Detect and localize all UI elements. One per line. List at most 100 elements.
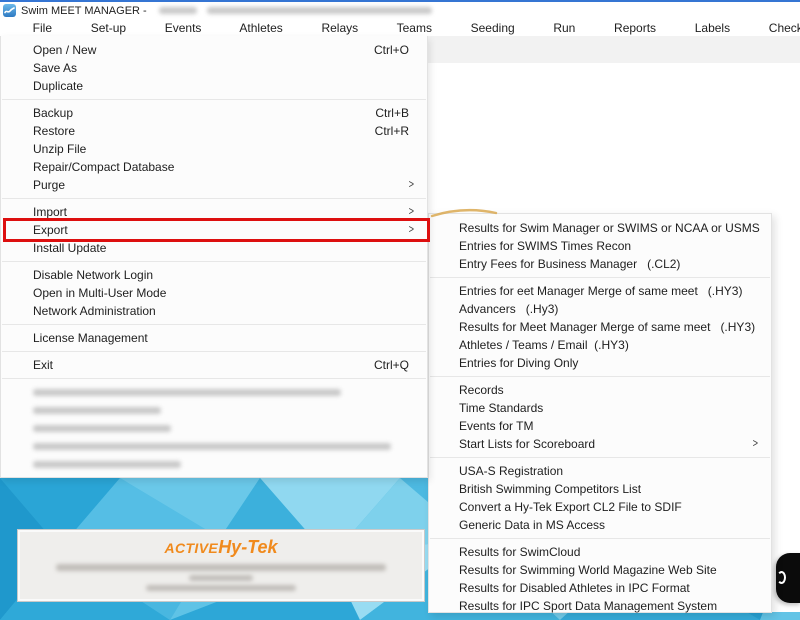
menu-item-results-for-ipc-sport-data-management-system[interactable]: Results for IPC Sport Data Management Sy… [429, 597, 771, 615]
redacted-menu-item [33, 443, 391, 450]
menubar-item-label: Athletes [239, 21, 282, 35]
menu-item-duplicate[interactable]: Duplicate [1, 77, 427, 95]
menu-item-time-standards[interactable]: Time Standards [429, 399, 771, 417]
menu-item-convert-a-hy-tek-export-cl2-file-to-sdif[interactable]: Convert a Hy-Tek Export CL2 File to SDIF [429, 498, 771, 516]
menu-item-results-for-swim-manager-or-swims-or-ncaa-or-usms[interactable]: Results for Swim Manager or SWIMS or NCA… [429, 219, 771, 237]
menu-item-label: Install Update [33, 241, 106, 255]
menu-item-label: Entries for eet Manager Merge of same me… [459, 284, 742, 298]
menubar-item-label: Set-up [91, 21, 126, 35]
menu-item-import[interactable]: Import > [1, 203, 427, 221]
menu-separator [2, 351, 426, 352]
menu-item-redacted[interactable] [1, 455, 427, 473]
menu-item-open-new[interactable]: Open / New Ctrl+O [1, 41, 427, 59]
menubar-item-label: Run [553, 21, 575, 35]
menubar-item-label: Seeding [471, 21, 515, 35]
redacted-menu-item [33, 407, 161, 414]
menu-separator [430, 277, 770, 278]
menu-item-entries-for-eet-manager-merge-of-same-meet-hy3[interactable]: Entries for eet Manager Merge of same me… [429, 282, 771, 300]
menu-item-start-lists-for-scoreboard[interactable]: Start Lists for Scoreboard > [429, 435, 771, 453]
submenu-arrow-icon: > [409, 179, 414, 191]
redacted-license-line [189, 575, 253, 581]
app-window: Swim MEET MANAGER - File Set-up Events A… [0, 0, 800, 620]
menu-item-label: Purge [33, 178, 65, 192]
menu-item-results-for-meet-manager-merge-of-same-meet-hy3[interactable]: Results for Meet Manager Merge of same m… [429, 318, 771, 336]
menu-item-backup[interactable]: Backup Ctrl+B [1, 104, 427, 122]
menu-item-label: Results for SwimCloud [459, 545, 580, 559]
menu-item-label: Unzip File [33, 142, 86, 156]
redacted-menu-item [33, 425, 171, 432]
redacted-menu-item [33, 461, 181, 468]
menu-item-label: License Management [33, 331, 148, 345]
menu-separator [430, 538, 770, 539]
menu-item-label: Network Administration [33, 304, 156, 318]
menu-item-unzip-file[interactable]: Unzip File [1, 140, 427, 158]
menu-item-label: Backup [33, 106, 73, 120]
menu-item-advancers-hy3[interactable]: Advancers (.Hy3) [429, 300, 771, 318]
menu-item-records[interactable]: Records [429, 381, 771, 399]
menu-item-redacted[interactable] [1, 383, 427, 401]
menu-item-label: British Swimming Competitors List [459, 482, 641, 496]
menu-item-purge[interactable]: Purge > [1, 176, 427, 194]
menu-item-exit[interactable]: Exit Ctrl+Q [1, 356, 427, 374]
menu-item-usa-s-registration[interactable]: USA-S Registration [429, 462, 771, 480]
logo-prefix: ACTIVE [164, 540, 218, 556]
menu-item-label: Start Lists for Scoreboard [459, 437, 595, 451]
menu-item-label: Events for TM [459, 419, 533, 433]
menu-item-label: Duplicate [33, 79, 83, 93]
menu-item-events-for-tm[interactable]: Events for TM [429, 417, 771, 435]
menu-bar: File Set-up Events Athletes Relays Teams… [0, 19, 800, 36]
menu-item-label: Entry Fees for Business Manager (.CL2) [459, 257, 680, 271]
menu-item-label: Save As [33, 61, 77, 75]
menu-item-label: Results for Meet Manager Merge of same m… [459, 320, 755, 334]
menu-item-label: Entries for Diving Only [459, 356, 578, 370]
menu-item-redacted[interactable] [1, 401, 427, 419]
menu-item-export[interactable]: Export > [1, 221, 427, 239]
menu-item-label: Results for Swimming World Magazine Web … [459, 563, 717, 577]
menu-item-results-for-disabled-athletes-in-ipc-format[interactable]: Results for Disabled Athletes in IPC For… [429, 579, 771, 597]
menu-item-label: Entries for SWIMS Times Recon [459, 239, 631, 253]
menu-item-label: Advancers (.Hy3) [459, 302, 558, 316]
menu-separator [2, 99, 426, 100]
menu-item-entry-fees-for-business-manager-cl2[interactable]: Entry Fees for Business Manager (.CL2) [429, 255, 771, 273]
menu-item-label: Results for IPC Sport Data Management Sy… [459, 599, 717, 613]
menubar-item-label: File [33, 21, 52, 35]
menu-item-label: Repair/Compact Database [33, 160, 174, 174]
menu-item-restore[interactable]: Restore Ctrl+R [1, 122, 427, 140]
menu-item-label: Disable Network Login [33, 268, 153, 282]
menu-item-label: Athletes / Teams / Email (.HY3) [459, 338, 629, 352]
menu-item-shortcut: Ctrl+Q [374, 358, 409, 372]
menu-item-generic-data-in-ms-access[interactable]: Generic Data in MS Access [429, 516, 771, 534]
menu-item-entries-for-diving-only[interactable]: Entries for Diving Only [429, 354, 771, 372]
menu-item-results-for-swimcloud[interactable]: Results for SwimCloud [429, 543, 771, 561]
submenu-arrow-icon: > [409, 206, 414, 218]
menu-item-label: Records [459, 383, 504, 397]
menu-item-redacted[interactable] [1, 437, 427, 455]
menu-item-entries-for-swims-times-recon[interactable]: Entries for SWIMS Times Recon [429, 237, 771, 255]
menu-item-repair-compact-database[interactable]: Repair/Compact Database [1, 158, 427, 176]
menu-item-redacted[interactable] [1, 419, 427, 437]
menu-item-results-for-swimming-world-magazine-web-site[interactable]: Results for Swimming World Magazine Web … [429, 561, 771, 579]
menu-item-open-in-multi-user-mode[interactable]: Open in Multi-User Mode [1, 284, 427, 302]
menu-item-label: Time Standards [459, 401, 543, 415]
menu-separator [2, 198, 426, 199]
menu-item-save-as[interactable]: Save As [1, 59, 427, 77]
menu-item-install-update[interactable]: Install Update [1, 239, 427, 257]
menu-item-disable-network-login[interactable]: Disable Network Login [1, 266, 427, 284]
menu-separator [2, 324, 426, 325]
menu-item-label: Convert a Hy-Tek Export CL2 File to SDIF [459, 500, 682, 514]
menu-item-shortcut: Ctrl+O [374, 43, 409, 57]
menubar-item-label: Check for Updates [769, 21, 800, 35]
menu-item-label: Open / New [33, 43, 96, 57]
widget-glyph-icon [777, 571, 786, 584]
floating-widget[interactable] [776, 553, 800, 603]
menu-item-label: Generic Data in MS Access [459, 518, 605, 532]
submenu-arrow-icon: > [409, 224, 414, 236]
menu-item-label: Open in Multi-User Mode [33, 286, 166, 300]
menu-item-network-administration[interactable]: Network Administration [1, 302, 427, 320]
menu-item-license-management[interactable]: License Management [1, 329, 427, 347]
menu-item-athletes-teams-email-hy3[interactable]: Athletes / Teams / Email (.HY3) [429, 336, 771, 354]
menu-item-label: Results for Disabled Athletes in IPC For… [459, 581, 690, 595]
file-menu-dropdown: Open / New Ctrl+O Save As Duplicate [0, 36, 428, 478]
menu-item-british-swimming-competitors-list[interactable]: British Swimming Competitors List [429, 480, 771, 498]
menu-separator [2, 261, 426, 262]
